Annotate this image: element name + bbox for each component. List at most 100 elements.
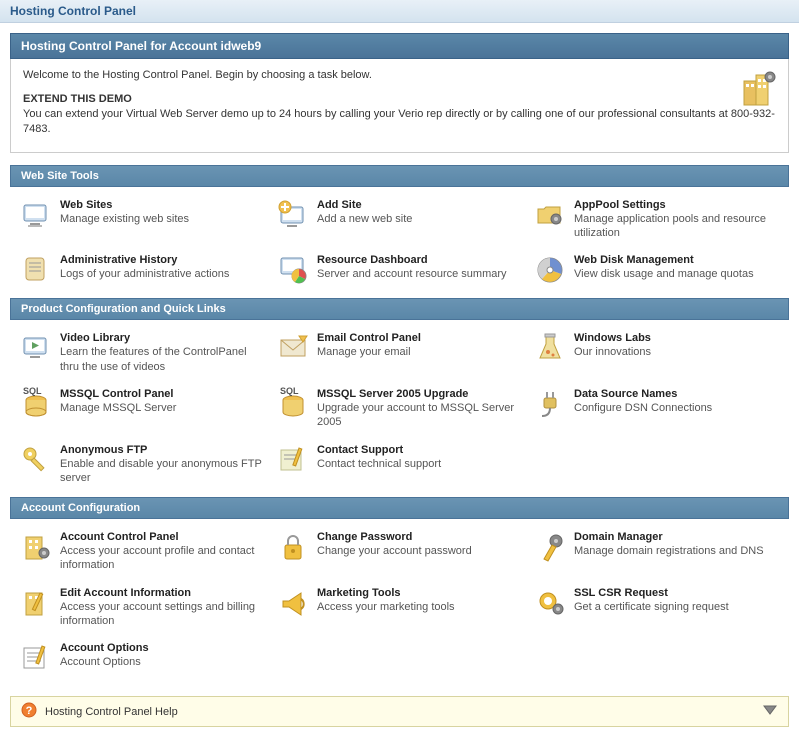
- database-sql-upgrade-icon: SQL: [277, 388, 309, 420]
- buildings-gear-icon: [738, 69, 778, 112]
- welcome-box: Welcome to the Hosting Control Panel. Be…: [10, 59, 789, 153]
- monitor-chart-icon: [277, 254, 309, 286]
- tool-desc: Add a new web site: [317, 212, 522, 226]
- tool-desc: View disk usage and manage quotas: [574, 267, 779, 281]
- tool-title: Anonymous FTP: [60, 444, 265, 456]
- tool-administrative-history[interactable]: Administrative History Logs of your admi…: [18, 252, 267, 288]
- section-title: Product Configuration and Quick Links: [21, 303, 226, 315]
- tool-data-source-names[interactable]: Data Source Names Configure DSN Connecti…: [532, 386, 781, 432]
- tool-domain-manager[interactable]: Domain Manager Manage domain registratio…: [532, 529, 781, 575]
- tool-title: Email Control Panel: [317, 332, 522, 344]
- tool-title: MSSQL Server 2005 Upgrade: [317, 388, 522, 400]
- tool-desc: Access your account settings and billing…: [60, 600, 265, 629]
- tool-title: MSSQL Control Panel: [60, 388, 265, 400]
- wrench-gear-icon: [534, 531, 566, 563]
- main-panel: Hosting Control Panel for Account idweb9…: [10, 33, 789, 686]
- tool-desc: Get a certificate signing request: [574, 600, 779, 614]
- tool-title: Edit Account Information: [60, 587, 265, 599]
- tool-desc: Learn the features of the ControlPanel t…: [60, 345, 265, 374]
- tool-web-sites[interactable]: Web Sites Manage existing web sites: [18, 197, 267, 243]
- tool-desc: Contact technical support: [317, 457, 522, 471]
- tool-desc: Configure DSN Connections: [574, 401, 779, 415]
- tool-desc: Upgrade your account to MSSQL Server 200…: [317, 401, 522, 430]
- tool-desc: Server and account resource summary: [317, 267, 522, 281]
- database-sql-icon: SQL: [20, 388, 52, 420]
- tool-desc: Manage application pools and resource ut…: [574, 212, 779, 241]
- plug-icon: [534, 388, 566, 420]
- section-title: Web Site Tools: [21, 170, 99, 182]
- top-header: Hosting Control Panel: [0, 0, 799, 23]
- tool-title: Domain Manager: [574, 531, 779, 543]
- section-header-product-config: Product Configuration and Quick Links: [10, 298, 789, 320]
- disk-chart-icon: [534, 254, 566, 286]
- tool-account-options[interactable]: Account Options Account Options: [18, 640, 267, 676]
- scroll-icon: [20, 254, 52, 286]
- section-title: Account Configuration: [21, 502, 140, 514]
- key-tools-icon: [20, 444, 52, 476]
- tool-title: Contact Support: [317, 444, 522, 456]
- tool-apppool-settings[interactable]: AppPool Settings Manage application pool…: [532, 197, 781, 243]
- tool-title: Account Options: [60, 642, 265, 654]
- tool-windows-labs[interactable]: Windows Labs Our innovations: [532, 330, 781, 376]
- tool-title: Windows Labs: [574, 332, 779, 344]
- tool-desc: Enable and disable your anonymous FTP se…: [60, 457, 265, 486]
- certificate-gear-icon: [534, 587, 566, 619]
- tool-email-control-panel[interactable]: Email Control Panel Manage your email: [275, 330, 524, 376]
- tool-desc: Our innovations: [574, 345, 779, 359]
- tool-title: Change Password: [317, 531, 522, 543]
- tool-marketing-tools[interactable]: Marketing Tools Access your marketing to…: [275, 585, 524, 631]
- tool-title: SSL CSR Request: [574, 587, 779, 599]
- section-body-web-site-tools: Web Sites Manage existing web sites Add …: [10, 187, 789, 299]
- tool-title: Administrative History: [60, 254, 265, 266]
- help-bar[interactable]: ? Hosting Control Panel Help: [10, 696, 789, 727]
- note-pencil-icon: [277, 444, 309, 476]
- monitor-video-icon: [20, 332, 52, 364]
- chevron-down-icon: [762, 704, 778, 719]
- tool-contact-support[interactable]: Contact Support Contact technical suppor…: [275, 442, 524, 488]
- tool-desc: Manage domain registrations and DNS: [574, 544, 779, 558]
- tool-title: Data Source Names: [574, 388, 779, 400]
- main-panel-header: Hosting Control Panel for Account idweb9: [10, 33, 789, 59]
- list-pencil-icon: [20, 642, 52, 674]
- building-pencil-icon: [20, 587, 52, 619]
- tool-title: Web Sites: [60, 199, 265, 211]
- tool-anonymous-ftp[interactable]: Anonymous FTP Enable and disable your an…: [18, 442, 267, 488]
- tool-desc: Manage existing web sites: [60, 212, 265, 226]
- svg-text:?: ?: [26, 705, 33, 717]
- section-header-account-config: Account Configuration: [10, 497, 789, 519]
- tool-edit-account-info[interactable]: Edit Account Information Access your acc…: [18, 585, 267, 631]
- tool-title: AppPool Settings: [574, 199, 779, 211]
- tool-resource-dashboard[interactable]: Resource Dashboard Server and account re…: [275, 252, 524, 288]
- tool-add-site[interactable]: Add Site Add a new web site: [275, 197, 524, 243]
- section-header-web-site-tools: Web Site Tools: [10, 165, 789, 187]
- tool-desc: Access your account profile and contact …: [60, 544, 265, 573]
- welcome-text: Welcome to the Hosting Control Panel. Be…: [23, 69, 776, 81]
- folder-gear-icon: [534, 199, 566, 231]
- tool-mssql-control-panel[interactable]: SQL MSSQL Control Panel Manage MSSQL Ser…: [18, 386, 267, 432]
- tool-ssl-csr-request[interactable]: SSL CSR Request Get a certificate signin…: [532, 585, 781, 631]
- extend-demo-title: EXTEND THIS DEMO: [23, 93, 776, 105]
- flask-icon: [534, 332, 566, 364]
- tool-title: Resource Dashboard: [317, 254, 522, 266]
- help-icon: ?: [21, 702, 37, 721]
- monitor-plus-icon: [277, 199, 309, 231]
- help-bar-text: Hosting Control Panel Help: [45, 706, 178, 718]
- tool-mssql-upgrade[interactable]: SQL MSSQL Server 2005 Upgrade Upgrade yo…: [275, 386, 524, 432]
- tool-title: Marketing Tools: [317, 587, 522, 599]
- envelope-icon: [277, 332, 309, 364]
- section-body-account-config: Account Control Panel Access your accoun…: [10, 519, 789, 686]
- megaphone-icon: [277, 587, 309, 619]
- tool-account-control-panel[interactable]: Account Control Panel Access your accoun…: [18, 529, 267, 575]
- tool-change-password[interactable]: Change Password Change your account pass…: [275, 529, 524, 575]
- tool-title: Web Disk Management: [574, 254, 779, 266]
- section-body-product-config: Video Library Learn the features of the …: [10, 320, 789, 497]
- tool-desc: Access your marketing tools: [317, 600, 522, 614]
- monitor-icon: [20, 199, 52, 231]
- tool-title: Add Site: [317, 199, 522, 211]
- tool-video-library[interactable]: Video Library Learn the features of the …: [18, 330, 267, 376]
- tool-title: Video Library: [60, 332, 265, 344]
- extend-demo-body: You can extend your Virtual Web Server d…: [23, 107, 776, 138]
- tool-desc: Account Options: [60, 655, 265, 669]
- tool-web-disk-management[interactable]: Web Disk Management View disk usage and …: [532, 252, 781, 288]
- top-header-text: Hosting Control Panel: [10, 4, 136, 18]
